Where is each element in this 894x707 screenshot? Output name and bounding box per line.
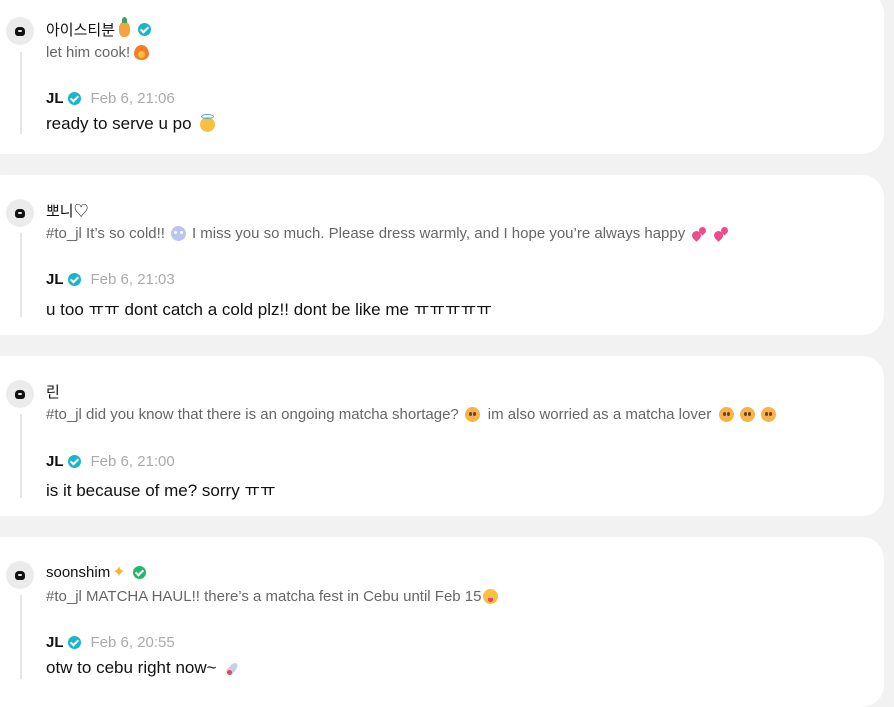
thread-line	[20, 52, 22, 134]
fan-name[interactable]: 뽀니♡	[46, 200, 89, 221]
fan-message-text-1: #to_jl It’s so cold!!	[46, 225, 165, 242]
fan-name-text: soonshim	[46, 564, 111, 581]
reply-author[interactable]: JL	[46, 271, 64, 288]
verified-icon	[67, 455, 81, 468]
hearts-emoji-icon	[713, 226, 731, 241]
reply-author[interactable]: JL	[46, 90, 64, 107]
verified-icon	[133, 566, 147, 579]
avatar-icon	[15, 26, 25, 36]
fan-name[interactable]: soonshim	[46, 562, 147, 581]
reply-header: JL Feb 6, 21:00	[46, 453, 175, 470]
sparkles-emoji-icon	[112, 562, 127, 581]
worried-face-emoji-icon	[740, 407, 756, 422]
thread-card[interactable]: 아이스티분 let him cook! JL Feb 6, 21:06 read…	[0, 0, 884, 154]
fan-message-text-1: #to_jl did you know that there is an ong…	[46, 406, 459, 423]
avatar[interactable]	[6, 561, 34, 589]
reply-timestamp: Feb 6, 20:55	[90, 634, 175, 651]
fan-message-text: #to_jl MATCHA HAUL!! there’s a matcha fe…	[46, 588, 482, 605]
fan-message: #to_jl MATCHA HAUL!! there’s a matcha fe…	[46, 588, 499, 605]
worried-face-emoji-icon	[719, 407, 735, 422]
rocket-emoji-icon	[225, 661, 240, 676]
halo-emoji-icon	[199, 113, 215, 132]
fan-name-text: 뽀니♡	[46, 203, 89, 220]
yum-face-emoji-icon	[483, 589, 499, 604]
avatar-icon	[15, 389, 25, 399]
fan-name[interactable]: 린	[46, 381, 60, 402]
fan-name[interactable]: 아이스티분	[46, 17, 152, 40]
worried-face-emoji-icon	[464, 407, 480, 422]
thread-card[interactable]: 뽀니♡ #to_jl It’s so cold!! I miss you so …	[0, 175, 884, 335]
verified-icon	[138, 23, 152, 36]
avatar[interactable]	[6, 380, 34, 408]
thread-line	[20, 414, 22, 498]
reply-timestamp: Feb 6, 21:06	[90, 90, 175, 107]
fan-message-text-2: I miss you so much. Please dress warmly,…	[191, 225, 686, 242]
reply-message-text: ready to serve u po	[46, 114, 192, 133]
reply-author[interactable]: JL	[46, 453, 64, 470]
hearts-emoji-icon	[691, 226, 709, 241]
fan-message: let him cook!	[46, 44, 150, 61]
avatar[interactable]	[6, 17, 34, 45]
fan-message-text-2: im also worried as a matcha lover	[487, 406, 712, 423]
reply-message-text: u too ㅠㅠ dont catch a cold plz!! dont be…	[46, 300, 492, 319]
thread-card[interactable]: 린 #to_jl did you know that there is an o…	[0, 356, 884, 516]
worried-face-emoji-icon	[761, 407, 777, 422]
reply-message: ready to serve u po	[46, 113, 215, 134]
reply-message: otw to cebu right now~	[46, 658, 240, 678]
reply-message-text: is it because of me? sorry ㅠㅠ	[46, 481, 276, 500]
cold-face-emoji-icon	[170, 226, 186, 241]
reply-message: u too ㅠㅠ dont catch a cold plz!! dont be…	[46, 295, 492, 320]
reply-header: JL Feb 6, 21:03	[46, 271, 175, 288]
reply-timestamp: Feb 6, 21:00	[90, 453, 175, 470]
fire-emoji-icon	[134, 45, 150, 60]
fan-message: #to_jl It’s so cold!! I miss you so much…	[46, 225, 731, 242]
avatar-icon	[15, 570, 25, 580]
pineapple-emoji-icon	[119, 17, 131, 37]
avatar[interactable]	[6, 199, 34, 227]
thread-card[interactable]: soonshim #to_jl MATCHA HAUL!! there’s a …	[0, 537, 884, 707]
thread-line	[20, 233, 22, 317]
reply-header: JL Feb 6, 20:55	[46, 634, 175, 651]
reply-timestamp: Feb 6, 21:03	[90, 271, 175, 288]
verified-icon	[67, 92, 81, 105]
fan-name-text: 린	[46, 384, 60, 401]
reply-message-text: otw to cebu right now~	[46, 658, 217, 677]
verified-icon	[67, 636, 81, 649]
reply-header: JL Feb 6, 21:06	[46, 90, 175, 107]
avatar-icon	[15, 208, 25, 218]
fan-message-text: let him cook!	[46, 44, 131, 61]
verified-icon	[67, 273, 81, 286]
fan-name-text: 아이스티분	[46, 22, 116, 39]
reply-message: is it because of me? sorry ㅠㅠ	[46, 476, 276, 501]
reply-author[interactable]: JL	[46, 634, 64, 651]
thread-line	[20, 595, 22, 679]
fan-message: #to_jl did you know that there is an ong…	[46, 406, 777, 423]
